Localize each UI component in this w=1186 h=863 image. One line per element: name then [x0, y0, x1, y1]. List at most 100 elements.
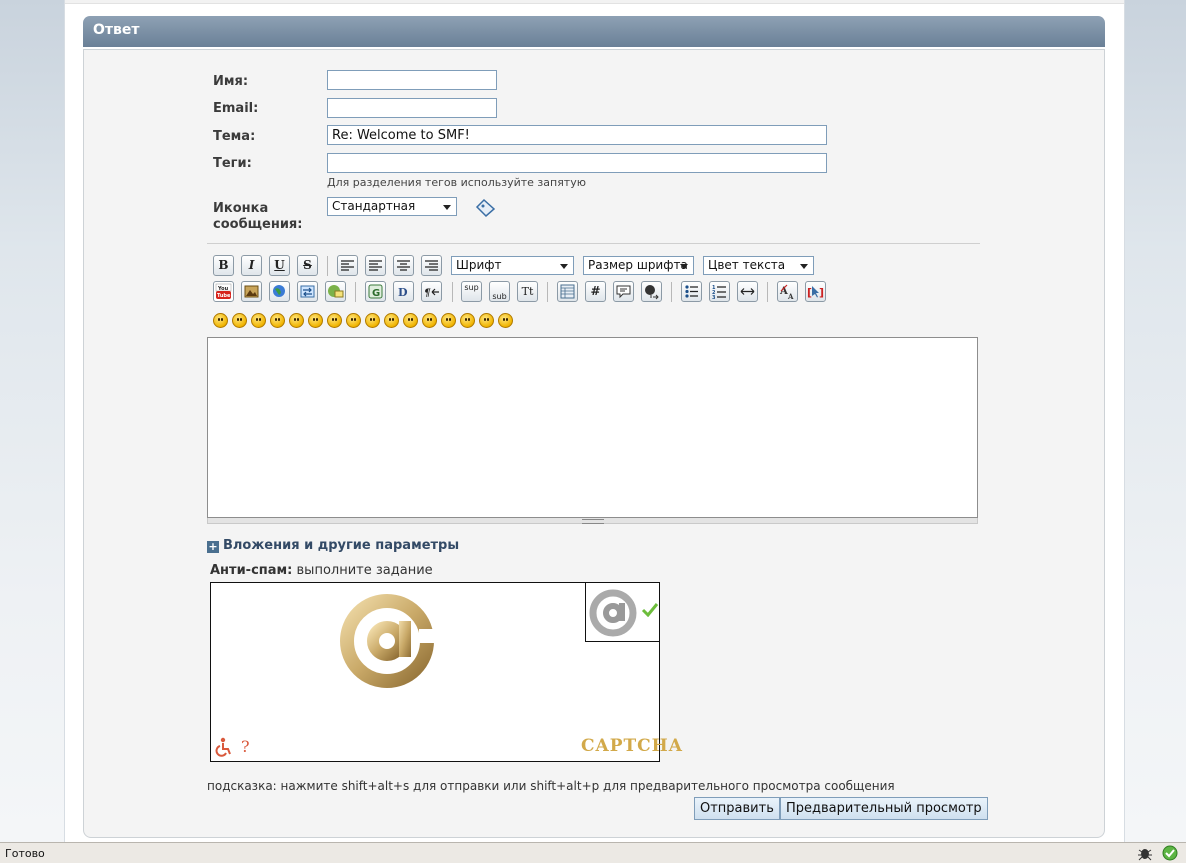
- email-input[interactable]: [327, 98, 497, 118]
- cool-icon[interactable]: [346, 313, 361, 328]
- svg-text:[: [: [807, 286, 812, 299]
- tags-input[interactable]: [327, 153, 827, 173]
- rolleyes-icon[interactable]: [384, 313, 399, 328]
- email-label: Email:: [213, 101, 259, 116]
- code-button[interactable]: #: [585, 281, 606, 302]
- accessibility-icon[interactable]: [215, 737, 233, 757]
- message-icon-select[interactable]: Стандартная: [327, 197, 457, 216]
- message-icon-preview-icon: [475, 198, 496, 218]
- chevron-down-icon: [443, 205, 451, 210]
- align-left-button[interactable]: [365, 255, 386, 276]
- font-select[interactable]: Шрифт: [451, 256, 574, 275]
- svg-text:G: G: [372, 288, 380, 299]
- status-ok-icon[interactable]: [1162, 845, 1178, 861]
- preview-button[interactable]: Предварительный просмотр: [780, 797, 988, 820]
- toolbar-separator: [671, 282, 672, 302]
- attachments-toggle[interactable]: + Вложения и другие параметры: [207, 538, 459, 553]
- remove-format-icon: AA: [779, 284, 794, 301]
- image-button[interactable]: [241, 281, 262, 302]
- embarrassed-icon[interactable]: [422, 313, 437, 328]
- table-button[interactable]: [557, 281, 578, 302]
- strike-button[interactable]: S: [297, 255, 318, 276]
- name-input[interactable]: [327, 70, 497, 90]
- italic-button[interactable]: I: [241, 255, 262, 276]
- antispam-title: Анти-спам:: [210, 563, 293, 578]
- undecided-icon[interactable]: [460, 313, 475, 328]
- table-icon: [560, 284, 575, 299]
- link-button[interactable]: [269, 281, 290, 302]
- captcha-brand-logo: CAPTCHA: [581, 736, 683, 756]
- google-icon: G: [368, 284, 383, 299]
- toolbar-separator: [767, 282, 768, 302]
- subject-input[interactable]: [327, 125, 827, 145]
- at-sign-icon: [340, 594, 435, 688]
- smiley-icon[interactable]: [213, 313, 228, 328]
- text-color-select[interactable]: Цвет текста: [703, 256, 814, 275]
- horizontal-rule-button[interactable]: [737, 281, 758, 302]
- shocked-icon[interactable]: [327, 313, 342, 328]
- remove-format-button[interactable]: AA: [777, 281, 798, 302]
- superscript-button[interactable]: sup: [461, 281, 482, 302]
- spoiler-icon: [645, 285, 659, 300]
- youtube-icon: YouTube: [215, 283, 232, 299]
- message-icon-select-value: Стандартная: [332, 199, 416, 213]
- font-size-select[interactable]: Размер шрифта: [583, 256, 694, 275]
- message-textarea[interactable]: [207, 337, 978, 518]
- captcha-box[interactable]: ? CAPTCHA: [210, 582, 682, 762]
- bold-button[interactable]: B: [213, 255, 234, 276]
- textarea-resize-handle[interactable]: [207, 518, 978, 524]
- toolbar-separator: [452, 282, 453, 302]
- page-title: Ответ: [83, 16, 1105, 47]
- lipsrsealed-icon[interactable]: [441, 313, 456, 328]
- google-button[interactable]: G: [365, 281, 386, 302]
- tags-label: Теги:: [213, 156, 252, 171]
- wink-icon[interactable]: [232, 313, 247, 328]
- antispam-label: Анти-спам: выполните задание: [210, 563, 433, 578]
- numbered-list-icon: 123: [712, 285, 726, 301]
- divider: [207, 243, 980, 244]
- horizontal-rule-icon: [740, 288, 755, 295]
- grin-icon[interactable]: [270, 313, 285, 328]
- bug-icon[interactable]: [1137, 845, 1153, 861]
- top-strip: [65, 0, 1124, 4]
- email-link-button[interactable]: [325, 281, 346, 302]
- svg-text:You: You: [217, 286, 229, 292]
- image-icon: [244, 285, 259, 298]
- toggle-view-button[interactable]: []: [805, 281, 826, 302]
- cheesy-icon[interactable]: [251, 313, 266, 328]
- cry-icon[interactable]: [498, 313, 513, 328]
- align-left-pre-button[interactable]: [337, 255, 358, 276]
- svg-text:3: 3: [712, 295, 716, 301]
- numbered-list-button[interactable]: 123: [709, 281, 730, 302]
- submit-button[interactable]: Отправить: [694, 797, 780, 820]
- quote-icon: [616, 285, 631, 299]
- huh-icon[interactable]: [365, 313, 380, 328]
- svg-text:A: A: [779, 286, 788, 297]
- ftp-button[interactable]: [297, 281, 318, 302]
- teletype-button[interactable]: Tt: [517, 281, 538, 302]
- bullet-list-button[interactable]: [681, 281, 702, 302]
- rtl-button[interactable]: ¶: [421, 281, 442, 302]
- chevron-down-icon: [560, 264, 568, 269]
- sad-icon[interactable]: [308, 313, 323, 328]
- youtube-button[interactable]: You Tube: [213, 281, 234, 302]
- status-text: Готово: [5, 847, 45, 860]
- align-icon: [341, 260, 354, 271]
- captcha-help-icon[interactable]: ?: [241, 737, 250, 756]
- underline-button[interactable]: U: [269, 255, 290, 276]
- kiss-icon[interactable]: [479, 313, 494, 328]
- svg-text:D: D: [398, 286, 408, 299]
- rtl-icon: ¶: [424, 288, 439, 299]
- align-center-button[interactable]: [393, 255, 414, 276]
- spoiler-button[interactable]: [641, 281, 662, 302]
- angry-icon[interactable]: [289, 313, 304, 328]
- tongue-icon[interactable]: [403, 313, 418, 328]
- browser-status-bar: Готово: [0, 842, 1186, 863]
- align-right-button[interactable]: [421, 255, 442, 276]
- subscript-button[interactable]: sub: [489, 281, 510, 302]
- wiki-button[interactable]: D: [393, 281, 414, 302]
- attachments-label: Вложения и другие параметры: [223, 538, 460, 553]
- keyboard-hint: подсказка: нажмите shift+alt+s для отпра…: [207, 779, 895, 793]
- quote-button[interactable]: [613, 281, 634, 302]
- toolbar-separator: [355, 282, 356, 302]
